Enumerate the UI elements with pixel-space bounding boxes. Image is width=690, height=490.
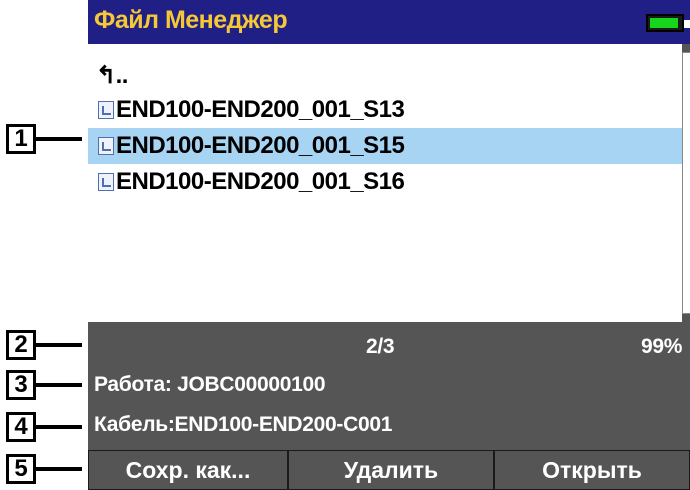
- document-icon: [98, 101, 114, 119]
- callout-leader-4: [36, 425, 82, 429]
- battery-level: [650, 18, 678, 28]
- open-button[interactable]: Открыть: [494, 450, 690, 490]
- file-position: 2/3: [366, 335, 395, 358]
- file-name: END100-END200_001_S16: [116, 168, 405, 195]
- title-bar: Файл Менеджер: [88, 0, 690, 44]
- save-as-button[interactable]: Сохр. как...: [88, 450, 288, 490]
- battery-tip: [684, 20, 690, 28]
- list-item[interactable]: END100-END200_001_S13: [88, 92, 682, 128]
- parent-dir-label: ↰..: [96, 62, 128, 89]
- cable-row: Кабель:END100-END200-C001: [88, 412, 690, 442]
- callout-leader-1: [36, 137, 82, 141]
- document-icon: [98, 137, 114, 155]
- callout-2: 2: [6, 330, 36, 360]
- callout-3: 3: [6, 370, 36, 400]
- battery-full-icon: [646, 14, 690, 32]
- battery-percent: 99%: [641, 335, 683, 358]
- file-list[interactable]: ↰.. END100-END200_001_S13 END100-END200_…: [88, 44, 682, 322]
- callout-leader-3: [36, 383, 82, 387]
- callout-4: 4: [6, 412, 36, 442]
- file-name: END100-END200_001_S15: [116, 132, 405, 159]
- job-label: Работа: JOBC00000100: [94, 373, 326, 396]
- callout-leader-5: [36, 467, 82, 471]
- device-screen: Файл Менеджер ↰.. END100-END200_001_S13 …: [88, 0, 690, 490]
- cable-label: Кабель:END100-END200-C001: [94, 413, 393, 436]
- list-item[interactable]: END100-END200_001_S16: [88, 164, 682, 200]
- page-title: Файл Менеджер: [94, 6, 288, 34]
- delete-button[interactable]: Удалить: [288, 450, 494, 490]
- file-name: END100-END200_001_S13: [116, 96, 405, 123]
- job-row: Работа: JOBC00000100: [88, 372, 690, 402]
- document-icon: [98, 173, 114, 191]
- scrollbar[interactable]: [682, 52, 690, 314]
- list-item-parent-dir[interactable]: ↰..: [88, 58, 682, 94]
- list-item-selected[interactable]: END100-END200_001_S15: [88, 128, 682, 164]
- status-row: 2/3 99%: [88, 330, 690, 364]
- callout-1: 1: [6, 124, 36, 154]
- callout-leader-2: [36, 343, 82, 347]
- callout-5: 5: [6, 454, 36, 484]
- softkey-bar: Сохр. как... Удалить Открыть: [88, 450, 690, 490]
